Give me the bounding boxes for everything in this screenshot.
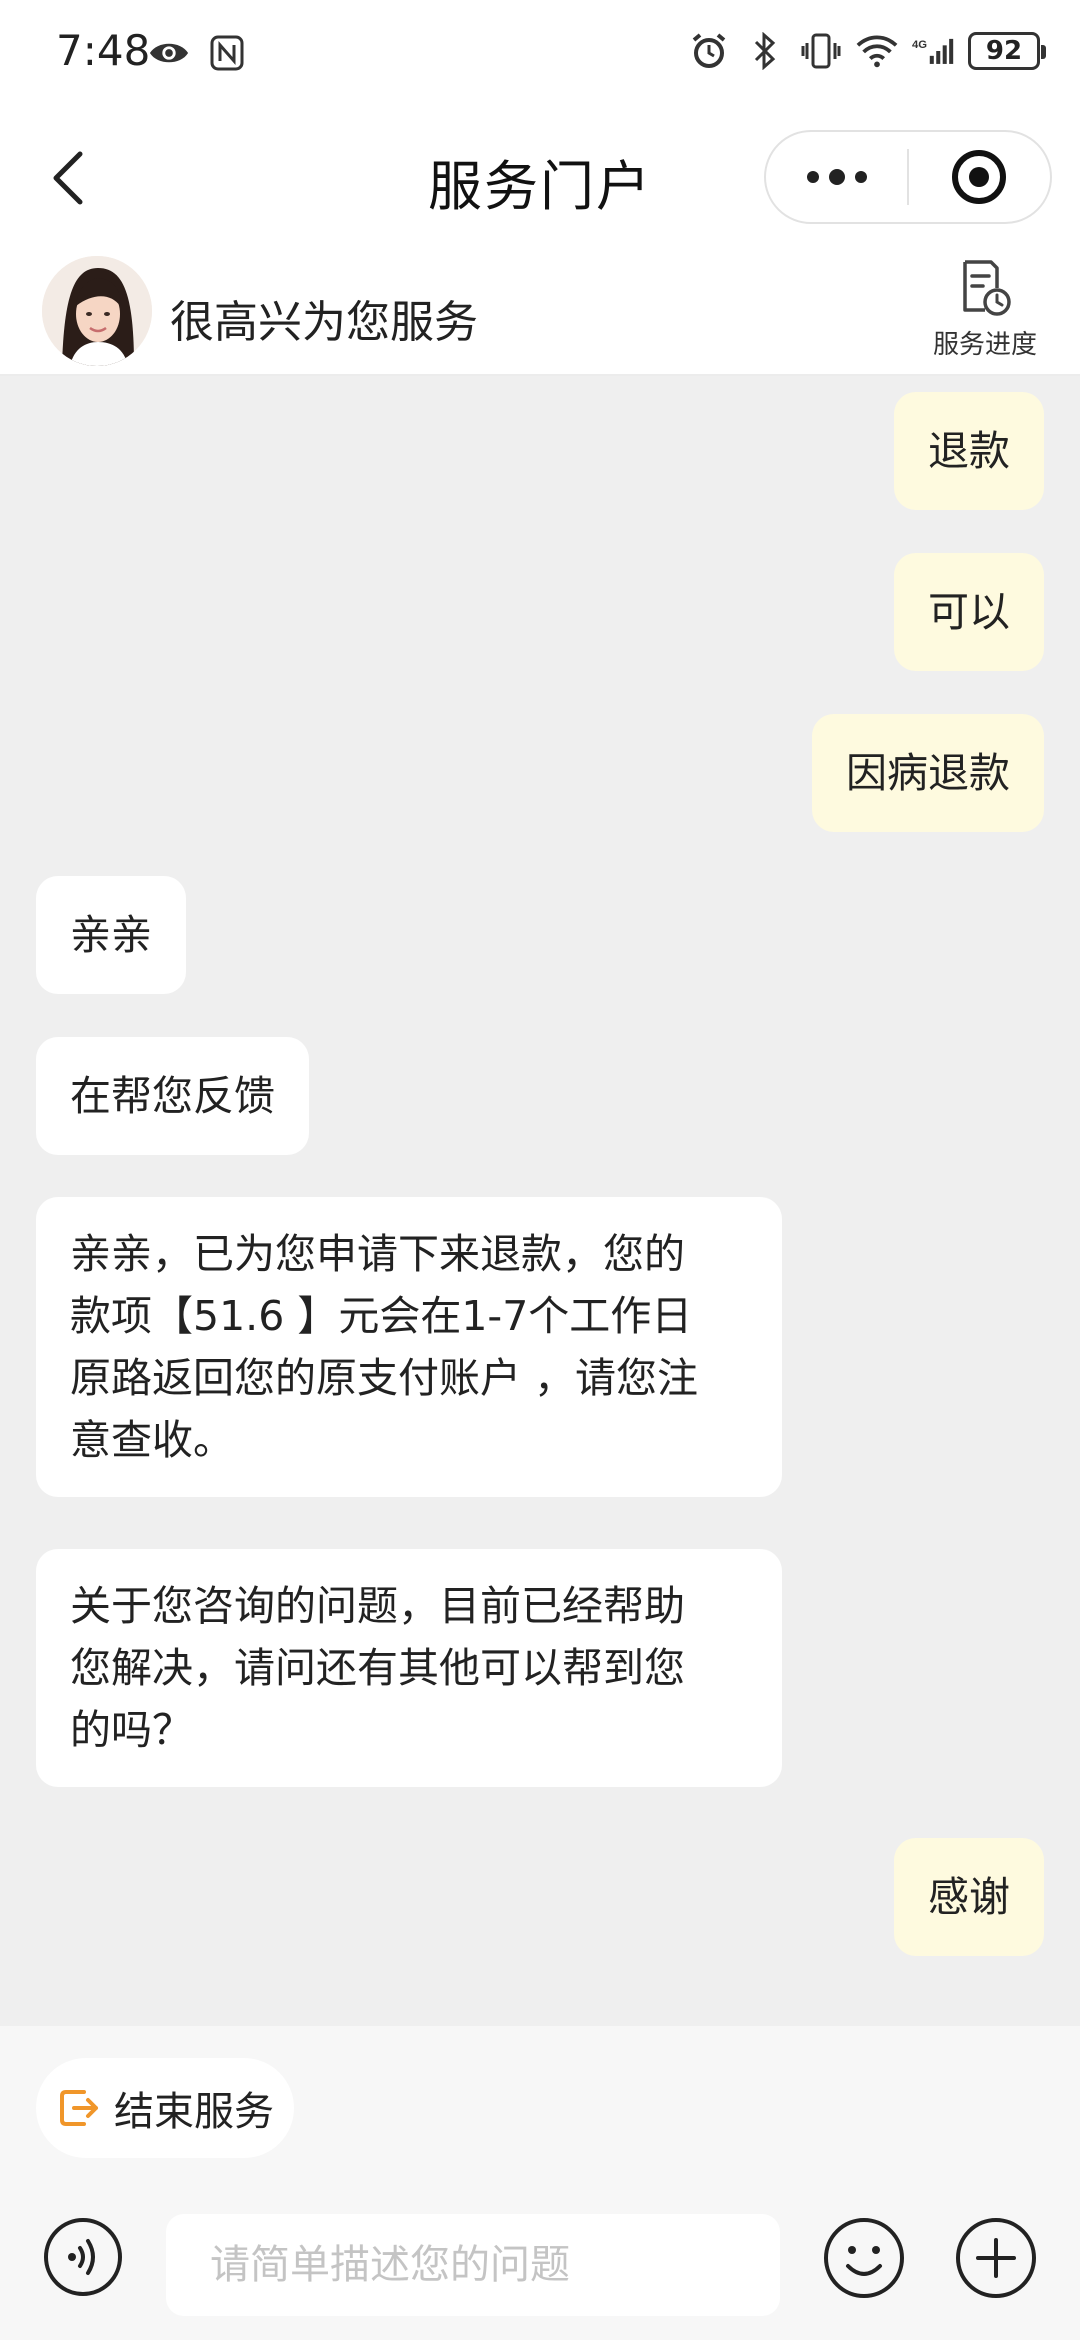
user-message: 可以	[894, 553, 1044, 671]
more-actions-button[interactable]	[954, 2216, 1038, 2300]
wifi-icon	[856, 30, 898, 72]
agent-avatar	[42, 256, 152, 366]
agent-message: 亲亲，已为您申请下来退款，您的 款项【51.6 】元会在1-7个工作日 原路返回…	[36, 1197, 782, 1497]
4g-signal-icon: 4G	[912, 30, 954, 72]
agent-header: 很高兴为您服务 服务进度	[0, 248, 1080, 376]
agent-message: 在帮您反馈	[36, 1037, 309, 1155]
chat-area[interactable]: 退款 可以 因病退款 亲亲 在帮您反馈 亲亲，已为您申请下来退款，您的 款项【5…	[0, 376, 1080, 2026]
message-line: 意查收。	[70, 1416, 234, 1464]
voice-input-button[interactable]	[42, 2216, 124, 2298]
end-service-button[interactable]: 结束服务	[36, 2058, 294, 2158]
battery-icon: 92	[968, 32, 1046, 70]
message-line: 关于您咨询的问题，目前已经帮助	[70, 1582, 685, 1630]
message-line: 原路返回您的原支付账户 ，请您注	[70, 1354, 699, 1402]
emoji-button[interactable]	[822, 2216, 906, 2300]
more-dots-icon	[806, 169, 867, 185]
nfc-icon	[206, 32, 248, 74]
progress-document-icon	[963, 260, 1011, 316]
service-progress-button[interactable]: 服务进度	[910, 258, 1060, 368]
message-line: 的吗？	[70, 1706, 193, 1754]
user-message: 退款	[894, 392, 1044, 510]
message-line: 款项【51.6 】元会在1-7个工作日	[70, 1292, 693, 1340]
bottom-input-area: 结束服务	[0, 2026, 1080, 2340]
agent-message: 亲亲	[36, 876, 186, 994]
target-circle-icon	[952, 150, 1007, 204]
nav-bar: 服务门户	[0, 108, 1080, 248]
message-line: 亲亲，已为您申请下来退款，您的	[70, 1230, 685, 1278]
eye-icon	[148, 32, 190, 74]
status-bar: 7:48 4G 92	[0, 0, 1080, 108]
message-line: 您解决，请问还有其他可以帮到您	[70, 1644, 685, 1692]
mini-program-capsule	[764, 130, 1052, 224]
more-button[interactable]	[766, 132, 907, 222]
vibrate-icon	[800, 30, 842, 72]
emoji-icon	[824, 2218, 904, 2298]
user-message: 因病退款	[812, 714, 1044, 832]
exit-icon	[60, 2090, 98, 2126]
agent-greeting: 很高兴为您服务	[170, 297, 478, 348]
svg-text:4G: 4G	[912, 39, 927, 51]
plus-icon	[956, 2218, 1036, 2298]
alarm-icon	[688, 30, 730, 72]
message-input[interactable]	[166, 2214, 780, 2316]
bluetooth-icon	[744, 30, 786, 72]
user-message: 感谢	[894, 1838, 1044, 1956]
voice-icon	[44, 2218, 122, 2296]
end-service-label: 结束服务	[114, 2089, 274, 2135]
service-progress-label: 服务进度	[932, 330, 1037, 360]
status-time: 7:48	[56, 26, 151, 75]
close-miniprogram-button[interactable]	[909, 132, 1050, 222]
agent-message: 关于您咨询的问题，目前已经帮助 您解决，请问还有其他可以帮到您 的吗？	[36, 1549, 782, 1787]
